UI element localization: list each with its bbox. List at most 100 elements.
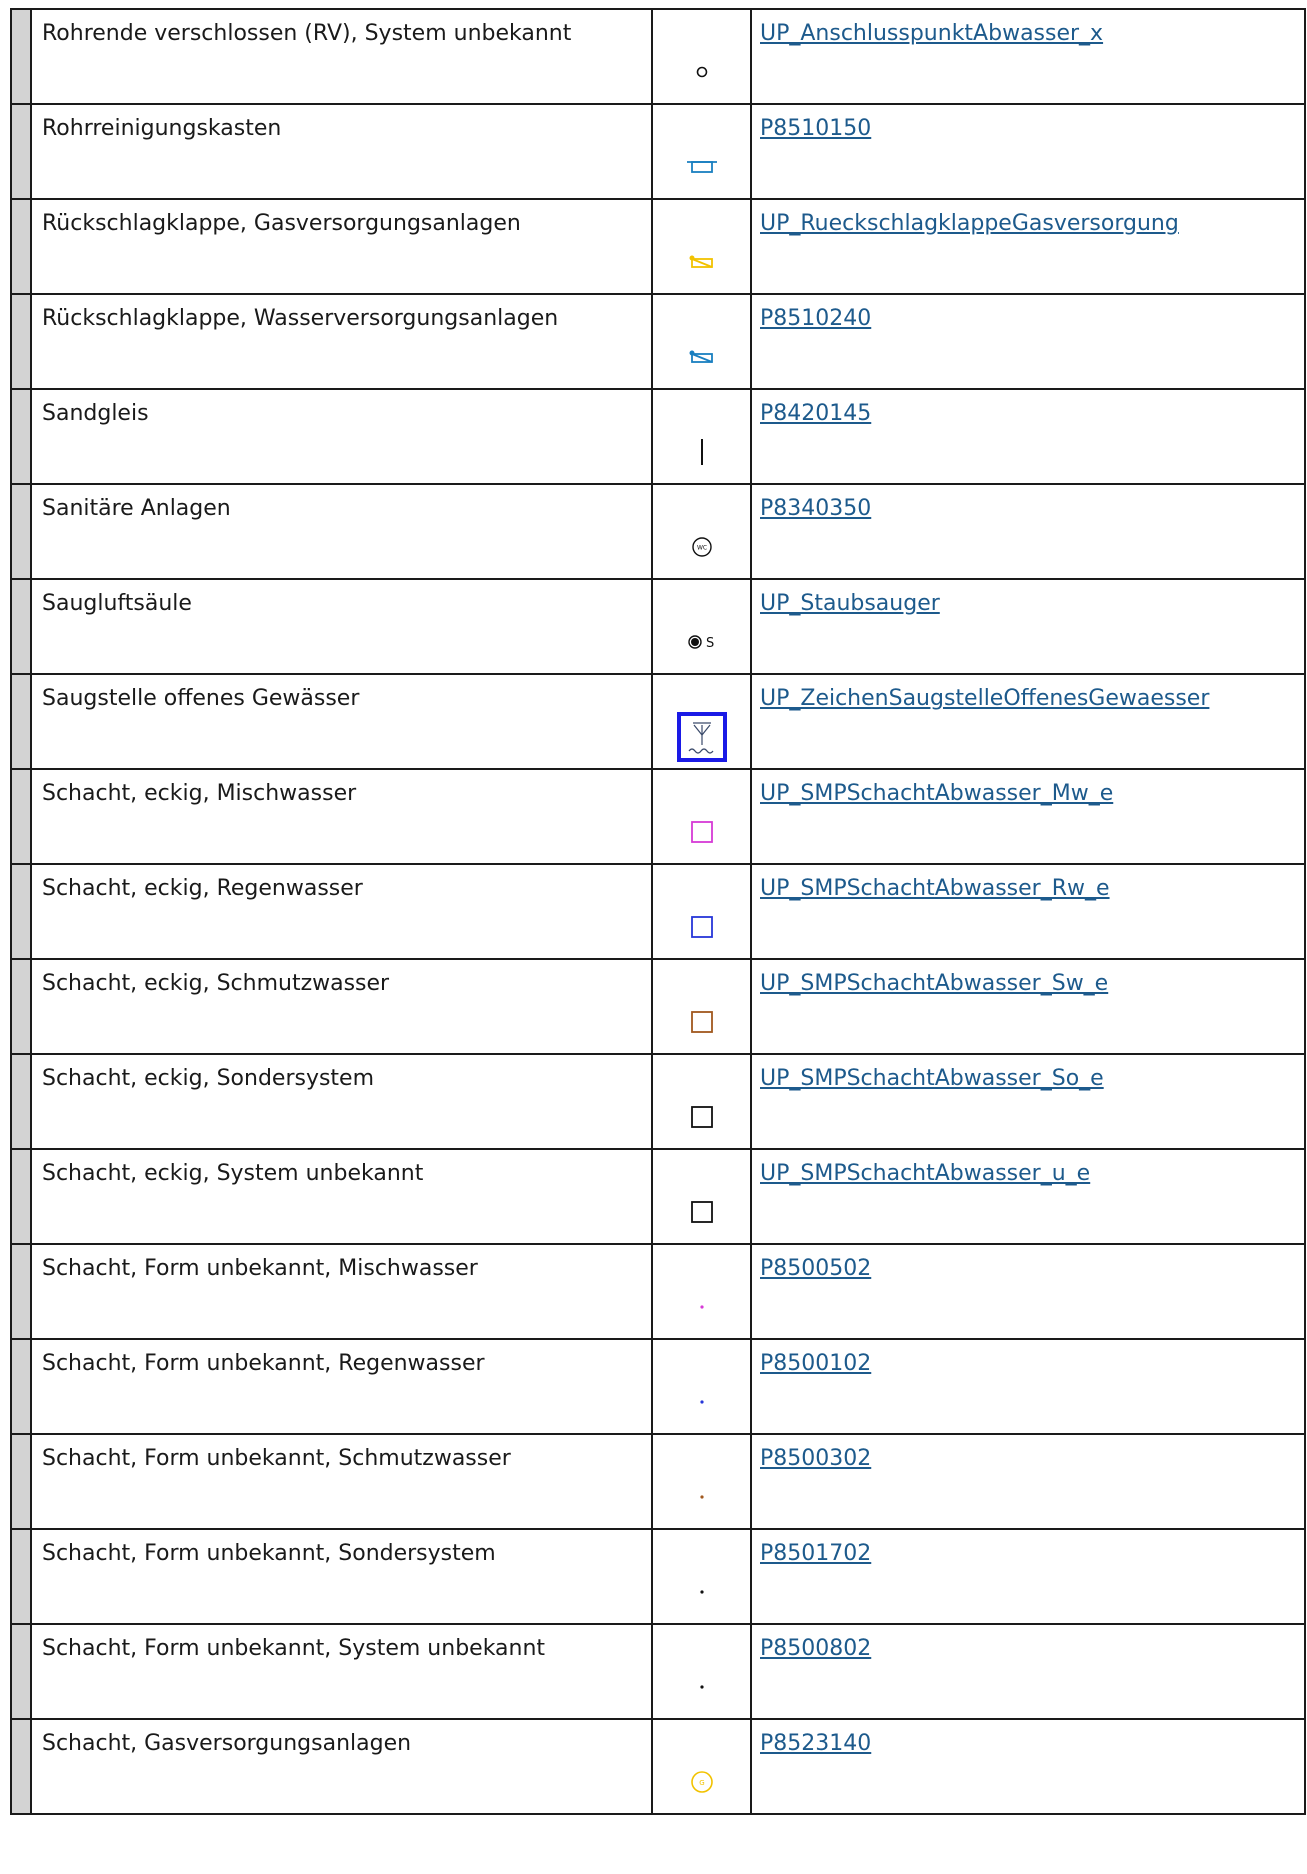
square-brown-icon xyxy=(653,990,750,1053)
vacuum-column-icon: S xyxy=(653,610,750,673)
symbol-code-link[interactable]: UP_SMPSchachtAbwasser_Mw_e xyxy=(752,770,1113,808)
check-valve-gas-icon xyxy=(653,230,750,293)
symbol-code-link[interactable]: P8510150 xyxy=(752,105,871,143)
symbol-code-cell: UP_SMPSchachtAbwasser_Mw_e xyxy=(750,768,1306,865)
symbol-name: Schacht, Form unbekannt, Mischwasser xyxy=(42,1256,478,1281)
symbol-code-cell: UP_SMPSchachtAbwasser_Rw_e xyxy=(750,863,1306,960)
symbol-code-link[interactable]: P8500302 xyxy=(752,1435,871,1473)
wc-circle-icon: WC xyxy=(653,515,750,578)
row-gutter xyxy=(10,1243,32,1340)
gas-manhole-icon: G xyxy=(653,1750,750,1813)
symbol-code-cell: P8500502 xyxy=(750,1243,1306,1340)
row-gutter xyxy=(10,1718,32,1815)
symbol-cell xyxy=(651,293,752,390)
symbol-code-link[interactable]: P8500502 xyxy=(752,1245,871,1283)
symbol-cell xyxy=(651,8,752,105)
symbol-name-cell: Schacht, Form unbekannt, Sondersystem xyxy=(30,1528,653,1625)
table-row: Schacht, eckig, Mischwasser UP_SMPSchach… xyxy=(10,768,1306,865)
symbol-code-link[interactable]: P8340350 xyxy=(752,485,871,523)
square-blue-icon xyxy=(653,895,750,958)
symbol-name-cell: Schacht, Form unbekannt, Regenwasser xyxy=(30,1338,653,1435)
symbol-name: Schacht, eckig, Regenwasser xyxy=(42,876,363,901)
row-gutter xyxy=(10,1623,32,1720)
symbol-code-link[interactable]: P8501702 xyxy=(752,1530,871,1568)
symbol-code-cell: UP_SMPSchachtAbwasser_Sw_e xyxy=(750,958,1306,1055)
circle-outline-small-icon xyxy=(653,40,750,103)
symbol-code-link[interactable]: UP_SMPSchachtAbwasser_u_e xyxy=(752,1150,1090,1188)
suction-point-icon xyxy=(653,705,750,768)
symbol-code-link[interactable]: P8510240 xyxy=(752,295,871,333)
symbol-cell: WC xyxy=(651,483,752,580)
row-gutter xyxy=(10,1053,32,1150)
table-row: Schacht, Form unbekannt, Sondersystem P8… xyxy=(10,1528,1306,1625)
dot-black-icon xyxy=(653,1655,750,1718)
symbol-code-cell: UP_AnschlusspunktAbwasser_x xyxy=(750,8,1306,105)
table-row: Rückschlagklappe, Wasserversorgungsanlag… xyxy=(10,293,1306,390)
symbol-code-link[interactable]: UP_SMPSchachtAbwasser_So_e xyxy=(752,1055,1104,1093)
table-row: Rohrende verschlossen (RV), System unbek… xyxy=(10,8,1306,105)
vertical-line-icon xyxy=(653,420,750,483)
symbol-name-cell: Sanitäre Anlagen xyxy=(30,483,653,580)
symbol-code-link[interactable]: UP_SMPSchachtAbwasser_Sw_e xyxy=(752,960,1108,998)
symbol-cell xyxy=(651,1623,752,1720)
table-row: Schacht, Form unbekannt, Regenwasser P85… xyxy=(10,1338,1306,1435)
row-gutter xyxy=(10,1148,32,1245)
row-gutter xyxy=(10,8,32,105)
symbol-code-link[interactable]: P8500802 xyxy=(752,1625,871,1663)
symbol-cell: S xyxy=(651,578,752,675)
symbol-name: Rückschlagklappe, Wasserversorgungsanlag… xyxy=(42,306,559,331)
symbol-name: Schacht, eckig, Sondersystem xyxy=(42,1066,375,1091)
symbol-name-cell: Schacht, Form unbekannt, System unbekann… xyxy=(30,1623,653,1720)
symbol-cell xyxy=(651,1053,752,1150)
table-row: Schacht, eckig, Sondersystem UP_SMPSchac… xyxy=(10,1053,1306,1150)
symbol-name: Rückschlagklappe, Gasversorgungsanlagen xyxy=(42,211,521,236)
table-row: Schacht, Gasversorgungsanlagen G P852314… xyxy=(10,1718,1306,1815)
symbol-name-cell: Schacht, Gasversorgungsanlagen xyxy=(30,1718,653,1815)
symbol-name-cell: Rückschlagklappe, Wasserversorgungsanlag… xyxy=(30,293,653,390)
symbol-code-link[interactable]: UP_SMPSchachtAbwasser_Rw_e xyxy=(752,865,1110,903)
symbol-name: Sandgleis xyxy=(42,401,149,426)
row-gutter xyxy=(10,293,32,390)
symbol-code-link[interactable]: P8420145 xyxy=(752,390,871,428)
symbol-cell xyxy=(651,673,752,770)
svg-text:S: S xyxy=(706,636,714,651)
symbol-cell xyxy=(651,388,752,485)
symbol-name-cell: Schacht, eckig, Mischwasser xyxy=(30,768,653,865)
symbol-name-cell: Saugstelle offenes Gewässer xyxy=(30,673,653,770)
symbol-code-link[interactable]: UP_Staubsauger xyxy=(752,580,940,618)
table-row: Schacht, eckig, Regenwasser UP_SMPSchach… xyxy=(10,863,1306,960)
symbol-code-link[interactable]: UP_ZeichenSaugstelleOffenesGewaesser xyxy=(752,675,1209,713)
symbol-code-cell: P8510240 xyxy=(750,293,1306,390)
symbol-cell xyxy=(651,863,752,960)
symbol-code-link[interactable]: UP_RueckschlagklappeGasversorgung xyxy=(752,200,1179,238)
symbol-name: Schacht, Gasversorgungsanlagen xyxy=(42,1731,412,1756)
row-gutter xyxy=(10,863,32,960)
symbol-cell xyxy=(651,1528,752,1625)
symbol-code-link[interactable]: P8500102 xyxy=(752,1340,871,1378)
symbol-name-cell: Sandgleis xyxy=(30,388,653,485)
symbol-name: Schacht, Form unbekannt, Schmutzwasser xyxy=(42,1446,511,1471)
table-row: Rohrreinigungskasten P8510150 xyxy=(10,103,1306,200)
symbol-code-cell: P8523140 xyxy=(750,1718,1306,1815)
symbol-code-cell: P8500102 xyxy=(750,1338,1306,1435)
row-gutter xyxy=(10,483,32,580)
symbol-cell xyxy=(651,958,752,1055)
table-row: Schacht, eckig, Schmutzwasser UP_SMPScha… xyxy=(10,958,1306,1055)
symbol-name-cell: Saugluftsäule xyxy=(30,578,653,675)
symbol-code-link[interactable]: UP_AnschlusspunktAbwasser_x xyxy=(752,10,1103,48)
table-row: Sandgleis P8420145 xyxy=(10,388,1306,485)
symbol-name: Schacht, eckig, System unbekannt xyxy=(42,1161,424,1186)
symbol-name: Saugstelle offenes Gewässer xyxy=(42,686,360,711)
check-valve-water-icon xyxy=(653,325,750,388)
symbol-table-body: Rohrende verschlossen (RV), System unbek… xyxy=(10,8,1306,1815)
symbol-cell xyxy=(651,1148,752,1245)
row-gutter xyxy=(10,1338,32,1435)
dot-black-icon xyxy=(653,1560,750,1623)
symbol-cell xyxy=(651,198,752,295)
symbol-name: Schacht, Form unbekannt, System unbekann… xyxy=(42,1636,546,1661)
square-black-icon xyxy=(653,1180,750,1243)
symbol-code-cell: P8420145 xyxy=(750,388,1306,485)
symbol-cell xyxy=(651,768,752,865)
symbol-code-link[interactable]: P8523140 xyxy=(752,1720,871,1758)
symbol-code-cell: UP_RueckschlagklappeGasversorgung xyxy=(750,198,1306,295)
